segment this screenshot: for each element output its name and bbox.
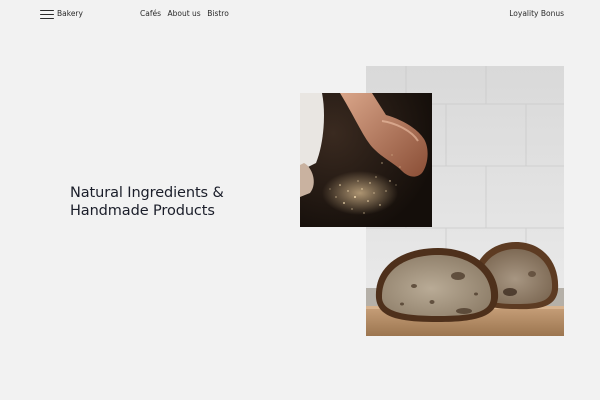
flour-photo — [300, 93, 432, 227]
main-nav: Cafés About us Bistro — [140, 9, 229, 18]
hero-headline-line-1: Natural Ingredients & — [70, 185, 224, 201]
hero-headline: Natural Ingredients & Handmade Products — [70, 185, 224, 220]
nav-item-cafes[interactable]: Cafés — [140, 9, 161, 18]
brand-link[interactable]: Bakery — [57, 9, 83, 18]
nav-item-about-us[interactable]: About us — [168, 9, 201, 18]
loyalty-bonus-link[interactable]: Loyality Bonus — [509, 9, 564, 18]
nav-item-bistro[interactable]: Bistro — [207, 9, 229, 18]
hero-headline-line-2: Handmade Products — [70, 202, 215, 219]
hamburger-menu-icon[interactable] — [40, 9, 56, 20]
